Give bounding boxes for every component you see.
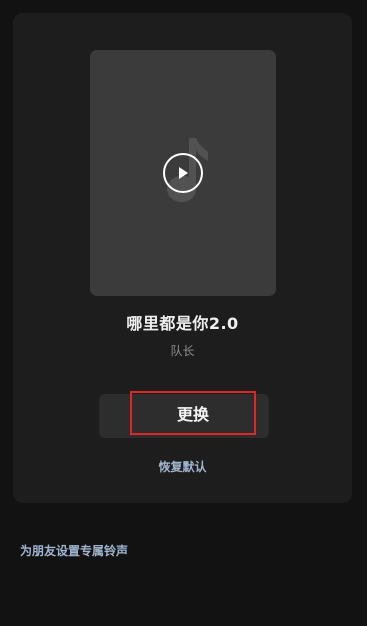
play-icon <box>179 167 188 179</box>
change-button[interactable]: 更换 <box>130 391 256 435</box>
friend-ringtone-link[interactable]: 为朋友设置专属铃声 <box>20 542 128 559</box>
song-cover <box>90 50 276 296</box>
ringtone-card: 哪里都是你2.0 队长 更换 恢复默认 <box>13 13 352 503</box>
restore-default-link[interactable]: 恢复默认 <box>13 458 352 475</box>
play-button[interactable] <box>163 153 203 193</box>
ringtone-page: 哪里都是你2.0 队长 更换 恢复默认 为朋友设置专属铃声 <box>0 0 367 626</box>
song-artist: 队长 <box>170 344 195 358</box>
song-title: 哪里都是你2.0 <box>126 314 239 333</box>
